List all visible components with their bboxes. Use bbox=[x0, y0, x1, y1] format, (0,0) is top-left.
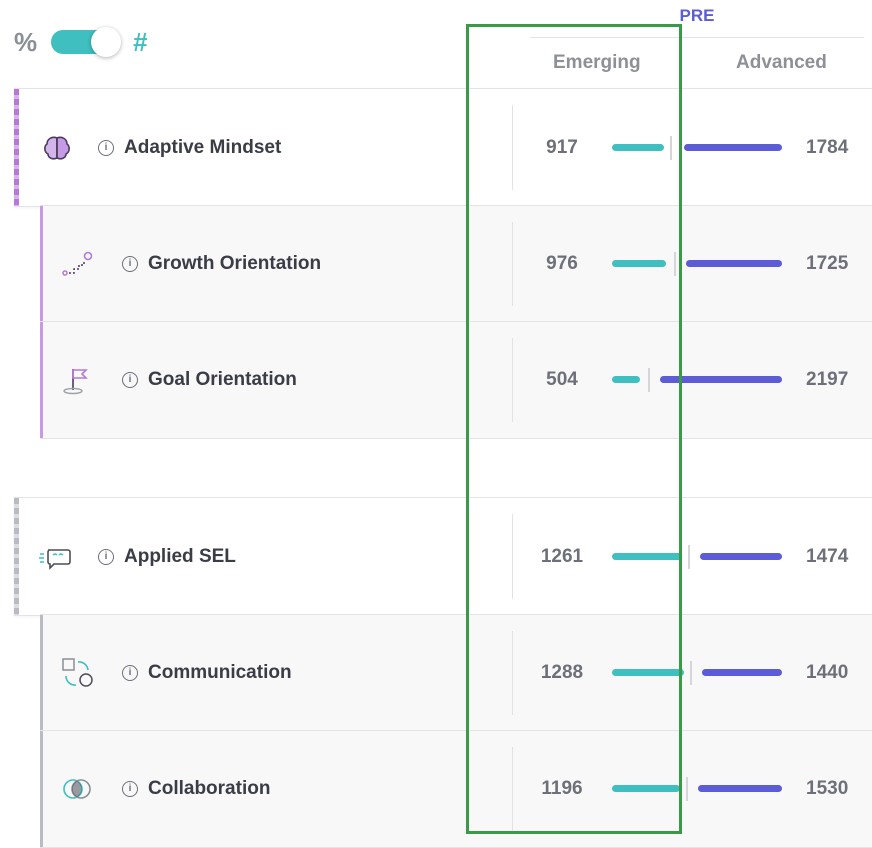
shapes-icon bbox=[60, 656, 94, 690]
row-communication[interactable]: i Communication 1288 1440 bbox=[40, 614, 872, 732]
advanced-bar bbox=[702, 669, 782, 676]
value-mode-toggle[interactable]: % # bbox=[14, 24, 148, 60]
advanced-bar bbox=[698, 785, 782, 792]
emerging-value: 504 bbox=[546, 369, 578, 390]
emerging-value: 1288 bbox=[540, 662, 584, 683]
advanced-bar bbox=[660, 376, 782, 383]
emerging-bar bbox=[612, 143, 664, 151]
flag-icon bbox=[60, 363, 94, 397]
percent-symbol: % bbox=[14, 26, 38, 57]
emerging-value: 976 bbox=[546, 253, 578, 274]
advanced-value: 1725 bbox=[806, 253, 849, 274]
row-goal-orientation[interactable]: i Goal Orientation 504 2197 bbox=[40, 321, 872, 439]
row-label: Applied SEL bbox=[124, 545, 236, 567]
count-symbol: # bbox=[133, 26, 148, 57]
toggle-knob bbox=[91, 27, 122, 57]
header-divider bbox=[530, 37, 864, 38]
row-label: Adaptive Mindset bbox=[124, 136, 282, 158]
row-growth-orientation[interactable]: i Growth Orientation 976 1725 bbox=[40, 205, 872, 323]
info-icon[interactable]: i bbox=[98, 139, 114, 156]
row-label: Communication bbox=[148, 662, 292, 683]
info-icon[interactable]: i bbox=[122, 256, 138, 272]
emerging-bar bbox=[612, 669, 684, 676]
info-icon[interactable]: i bbox=[98, 548, 114, 565]
advanced-value: 2197 bbox=[806, 369, 849, 390]
row-label: Goal Orientation bbox=[148, 369, 297, 390]
advanced-value: 1474 bbox=[806, 545, 849, 567]
advanced-value: 1784 bbox=[806, 136, 849, 158]
pre-group-label: PRE bbox=[679, 6, 715, 25]
info-icon[interactable]: i bbox=[122, 665, 138, 681]
advanced-column-header: Advanced bbox=[736, 52, 827, 73]
stairs-growth-icon bbox=[60, 247, 94, 281]
emerging-value: 1261 bbox=[540, 545, 584, 567]
advanced-bar bbox=[700, 552, 782, 560]
emerging-bar bbox=[612, 376, 640, 383]
row-label: Collaboration bbox=[148, 778, 271, 799]
row-collaboration[interactable]: i Collaboration 1196 1530 bbox=[40, 730, 872, 848]
info-icon[interactable]: i bbox=[122, 372, 138, 388]
chat-bubble-icon bbox=[38, 540, 72, 574]
overlap-circles-icon bbox=[60, 772, 94, 806]
advanced-value: 1530 bbox=[806, 778, 849, 799]
row-adaptive-mindset[interactable]: i Adaptive Mindset 917 1784 bbox=[14, 88, 872, 207]
brain-icon bbox=[40, 131, 74, 165]
row-label: Growth Orientation bbox=[148, 253, 322, 274]
row-applied-sel[interactable]: i Applied SEL 1261 1474 bbox=[14, 497, 872, 616]
info-icon[interactable]: i bbox=[122, 781, 138, 797]
emerging-column-header: Emerging bbox=[553, 52, 641, 73]
emerging-value: 1196 bbox=[541, 778, 583, 799]
advanced-bar bbox=[684, 143, 782, 151]
emerging-bar bbox=[612, 785, 680, 792]
emerging-bar bbox=[612, 552, 682, 560]
emerging-bar bbox=[612, 260, 666, 267]
toggle-switch[interactable] bbox=[51, 27, 123, 57]
emerging-value: 917 bbox=[546, 136, 578, 158]
advanced-value: 1440 bbox=[806, 662, 849, 683]
advanced-bar bbox=[686, 260, 782, 267]
